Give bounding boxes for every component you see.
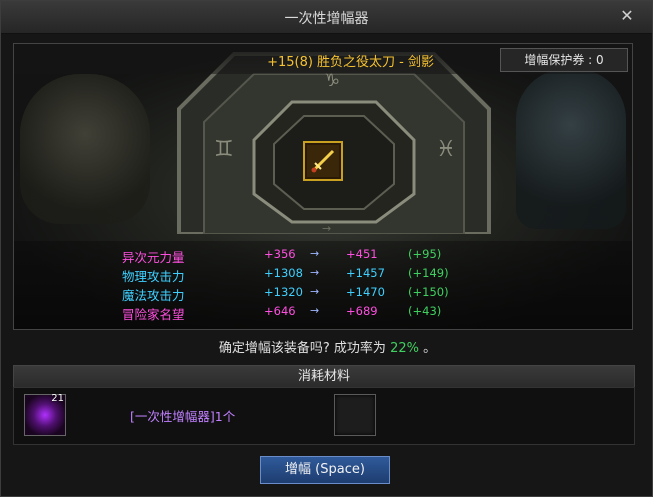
stat-row: 异次元力量 +356 → +451 (+95) — [14, 247, 632, 267]
stat-row: 冒险家名望 +646 → +689 (+43) — [14, 304, 632, 324]
item-icon-slot[interactable] — [303, 141, 343, 181]
stat-old-value: +646 — [264, 304, 296, 318]
material-count: 21 — [51, 393, 64, 404]
amplifier-orb-icon[interactable]: 21 — [24, 393, 66, 436]
stat-name: 物理攻击力 — [122, 269, 185, 284]
arrow-right-icon: → — [310, 304, 320, 317]
stat-name: 异次元力量 — [122, 250, 185, 265]
material-name: [一次性增幅器]1个 — [130, 409, 236, 424]
amplify-button[interactable]: 增幅 (Space) — [260, 456, 390, 484]
elf-statue-decoration — [516, 69, 626, 229]
stat-diff: (+150) — [408, 285, 449, 299]
success-rate: 22% — [390, 341, 419, 356]
stat-old-value: +1308 — [264, 266, 303, 280]
stat-diff: (+43) — [408, 304, 442, 318]
stat-name: 魔法攻击力 — [122, 288, 185, 303]
empty-material-slot[interactable] — [334, 394, 376, 436]
arrow-right-icon: → — [310, 266, 320, 279]
protection-ticket-counter: 增幅保护券 : 0 — [500, 48, 628, 72]
svg-text:♊: ♊ — [214, 137, 234, 162]
confirm-prefix: 确定增幅该装备吗? 成功率为 — [218, 341, 391, 356]
svg-text:♓: ♓ — [436, 137, 456, 162]
dialog-title: 一次性增幅器 — [284, 11, 369, 27]
item-name: +15(8) 胜负之役太刀 - 剑影 — [267, 55, 434, 70]
confirm-suffix: 。 — [418, 341, 437, 356]
materials-panel: 21 [一次性增幅器]1个 — [13, 387, 635, 445]
arrow-right-icon: → — [310, 247, 320, 260]
close-icon[interactable]: ✕ — [618, 7, 636, 25]
confirm-message: 确定增幅该装备吗? 成功率为 22% 。 — [1, 337, 653, 356]
stat-row: 物理攻击力 +1308 → +1457 (+149) — [14, 266, 632, 286]
arrow-right-icon: → — [310, 285, 320, 298]
materials-header: 消耗材料 — [13, 365, 635, 389]
stat-new-value: +451 — [346, 247, 378, 261]
stat-row: 魔法攻击力 +1320 → +1470 (+150) — [14, 285, 632, 305]
stat-diff: (+95) — [408, 247, 442, 261]
stat-new-value: +1470 — [346, 285, 385, 299]
stat-old-value: +1320 — [264, 285, 303, 299]
stat-diff: (+149) — [408, 266, 449, 280]
stat-new-value: +1457 — [346, 266, 385, 280]
stat-changes: 异次元力量 +356 → +451 (+95) 物理攻击力 +1308 → +1… — [14, 241, 632, 329]
amplify-preview-panel: ♊ ♓ ♑ → +15(8) 胜负之役太刀 - 剑影 增幅保护券 : 0 异次元… — [13, 43, 633, 330]
stat-old-value: +356 — [264, 247, 296, 261]
item-name-bar: +15(8) 胜负之役太刀 - 剑影 增幅保护券 : 0 — [14, 44, 632, 74]
stat-name: 冒险家名望 — [122, 307, 185, 322]
amplify-dialog: 一次性增幅器 ✕ ♊ ♓ ♑ → +15(8) 胜负之役太刀 - 剑影 增幅保护… — [0, 0, 653, 497]
sword-icon — [307, 145, 339, 177]
skull-statue-decoration — [20, 74, 150, 224]
svg-text:→: → — [322, 222, 331, 234]
title-bar[interactable]: 一次性增幅器 ✕ — [1, 1, 652, 34]
stat-new-value: +689 — [346, 304, 378, 318]
